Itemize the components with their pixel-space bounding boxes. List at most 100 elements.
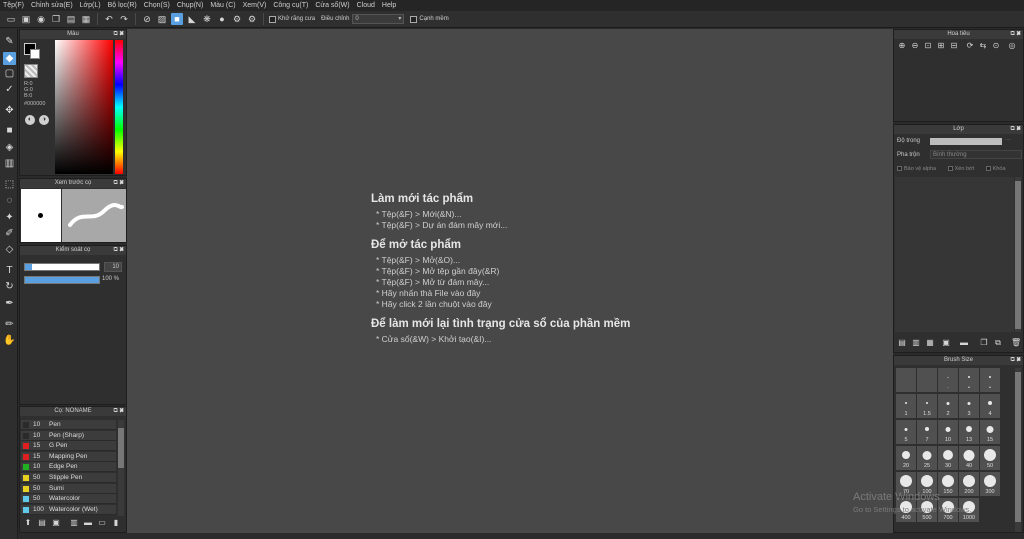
color-wheel-icon[interactable]: ◐ <box>25 115 35 125</box>
panel-controls[interactable]: ⧉ ✖ <box>1010 356 1021 365</box>
layer-opacity-more[interactable]: ··· <box>1005 137 1011 143</box>
brush-size-cell[interactable]: 4 <box>980 394 1000 418</box>
opacity-slider[interactable] <box>24 276 100 284</box>
brush-size-cell[interactable]: 7 <box>917 420 937 444</box>
lasso-tool-icon[interactable]: ✓ <box>3 83 16 96</box>
brush-menu-icon[interactable]: ▮ <box>111 518 121 528</box>
size-slider[interactable] <box>24 263 100 271</box>
brush-list-item[interactable]: 50 Sumi <box>21 483 116 494</box>
zoom-out-icon[interactable]: ⊖ <box>910 41 920 51</box>
brush-size-cell[interactable]: 1 <box>896 394 916 418</box>
reset-icon[interactable]: ⊙ <box>991 41 1001 51</box>
brush-list-item[interactable]: 15 G Pen <box>21 441 116 452</box>
edge-checkbox[interactable] <box>410 15 418 23</box>
pen-select-tool-icon[interactable]: ✐ <box>3 227 16 240</box>
panel-controls[interactable]: ⧉ ✖ <box>113 407 124 416</box>
menu-item[interactable]: Màu (C) <box>210 2 235 9</box>
undo-icon[interactable]: ↶ <box>103 13 115 25</box>
panel-controls[interactable]: ⧉ ✖ <box>113 30 124 39</box>
brush-list-item[interactable]: 10 Pen (Sharp) <box>21 430 116 441</box>
menu-item[interactable]: Chỉnh sửa(E) <box>31 2 73 9</box>
chat-icon[interactable]: ◉ <box>35 13 47 25</box>
copy-icon[interactable]: ❐ <box>50 13 62 25</box>
merge-layer-icon[interactable]: ⧉ <box>993 338 1003 348</box>
hand-tool-icon[interactable]: ✋ <box>3 334 16 347</box>
grid-icon[interactable]: ▦ <box>80 13 92 25</box>
text-tool-icon[interactable]: T <box>3 264 16 277</box>
move-tool-icon[interactable]: ✥ <box>3 104 16 117</box>
pattern-icon[interactable]: ❋ <box>201 13 213 25</box>
eyedropper-tool-icon[interactable]: ✒ <box>3 297 16 310</box>
zoom-select-icon[interactable]: ⊟ <box>949 41 959 51</box>
size-value[interactable]: 10 <box>104 262 122 272</box>
menu-item[interactable]: Chụp(N) <box>177 2 203 9</box>
square-select-icon[interactable]: ■ <box>171 13 183 25</box>
bucket-tool-icon[interactable]: ◈ <box>3 141 16 154</box>
brush-size-cell[interactable]: 10 <box>938 420 958 444</box>
transparent-swatch[interactable] <box>24 64 38 78</box>
brush-size-cell[interactable]: 300 <box>980 472 1000 496</box>
menu-item[interactable]: Chọn(S) <box>144 2 170 9</box>
panel-controls[interactable]: ⧉ ✖ <box>113 179 124 188</box>
menu-item[interactable]: Bộ lọc(R) <box>108 2 137 9</box>
protect-alpha-checkbox[interactable] <box>897 166 902 172</box>
brush-options-icon[interactable]: ▣ <box>51 518 61 528</box>
new-icon[interactable]: ▣ <box>20 13 32 25</box>
brush-size-cell[interactable] <box>917 368 937 392</box>
hue-slider[interactable] <box>115 40 123 174</box>
menu-item[interactable]: Lớp(L) <box>80 2 101 9</box>
layer-folder-icon[interactable]: ▬ <box>959 338 969 348</box>
gear-icon[interactable]: ⚙ <box>246 13 258 25</box>
layer-list[interactable] <box>895 177 1014 332</box>
new-brush-icon[interactable]: ▤ <box>37 518 47 528</box>
brush-size-cell[interactable]: 5 <box>896 420 916 444</box>
deselect-icon[interactable]: ⊘ <box>141 13 153 25</box>
new-folder-layer-icon[interactable]: ▦ <box>925 338 935 348</box>
lock-checkbox[interactable] <box>985 166 991 172</box>
eraser-select-tool-icon[interactable]: ◇ <box>3 243 16 256</box>
brush-list-item[interactable]: 10 Pen <box>21 420 116 430</box>
flip-icon[interactable]: ⇆ <box>978 41 988 51</box>
layer-icon[interactable]: ▭ <box>5 13 17 25</box>
blend-select[interactable]: Bình thường <box>930 150 1022 159</box>
brush-list-item[interactable]: 10 Edge Pen <box>21 462 116 473</box>
redo-icon[interactable]: ↷ <box>118 13 130 25</box>
brush-size-cell[interactable]: 50 <box>980 446 1000 470</box>
layer-add-menu-icon[interactable]: ▣ <box>941 338 951 348</box>
brush-list-item[interactable]: 50 Watercolor <box>21 494 116 505</box>
select-tool-icon[interactable]: ⬚ <box>3 178 16 191</box>
brush-copy-icon[interactable]: ▥ <box>69 518 79 528</box>
gradient-tool-icon[interactable]: ▥ <box>3 157 16 170</box>
brush-size-cell[interactable] <box>896 368 916 392</box>
brush-size-cell[interactable]: 1.5 <box>917 394 937 418</box>
lasso-select-tool-icon[interactable]: ◌ <box>3 194 16 207</box>
gradient-icon[interactable]: ◣ <box>186 13 198 25</box>
layer-scrollbar-thumb[interactable] <box>1015 181 1021 329</box>
brush-size-cell[interactable]: • <box>980 368 1000 392</box>
circle-icon[interactable]: ● <box>216 13 228 25</box>
saturation-value-field[interactable] <box>55 40 113 174</box>
brush-scrollbar-thumb[interactable] <box>118 428 124 468</box>
brush-size-cell[interactable]: 15 <box>980 420 1000 444</box>
actual-size-icon[interactable]: ⊞ <box>936 41 946 51</box>
paste-icon[interactable]: ▤ <box>65 13 77 25</box>
rotate-icon[interactable]: ⟳ <box>965 41 975 51</box>
layer-opacity-slider[interactable] <box>930 138 1002 145</box>
brush-list-item[interactable]: 50 Stipple Pen <box>21 473 116 483</box>
menu-item[interactable]: Cửa sổ(W) <box>315 2 349 9</box>
navigator-settings-icon[interactable]: ◎ <box>1007 41 1017 51</box>
rect-select-tool-icon[interactable]: ▢ <box>3 67 16 80</box>
antialias-checkbox[interactable] <box>269 15 276 23</box>
brush-tool-icon[interactable]: ✎ <box>3 35 16 48</box>
menu-item[interactable]: Help <box>382 2 396 9</box>
brush-list-item[interactable]: 100 Watercolor (Wet) <box>21 504 116 515</box>
brush-size-cell[interactable]: 2 <box>938 394 958 418</box>
new-layer-icon[interactable]: ▤ <box>897 338 907 348</box>
pen-tool-icon[interactable]: ✏ <box>3 318 16 331</box>
menu-item[interactable]: Công cụ(T) <box>273 2 308 9</box>
brush-list-item[interactable]: 15 Mapping Pen <box>21 451 116 462</box>
menu-item[interactable]: Tệp(F) <box>3 2 24 9</box>
adjust-select[interactable]: 0 <box>352 14 405 24</box>
layer-scrollbar[interactable] <box>1015 177 1021 332</box>
brush-size-scrollbar-thumb[interactable] <box>1015 372 1021 522</box>
